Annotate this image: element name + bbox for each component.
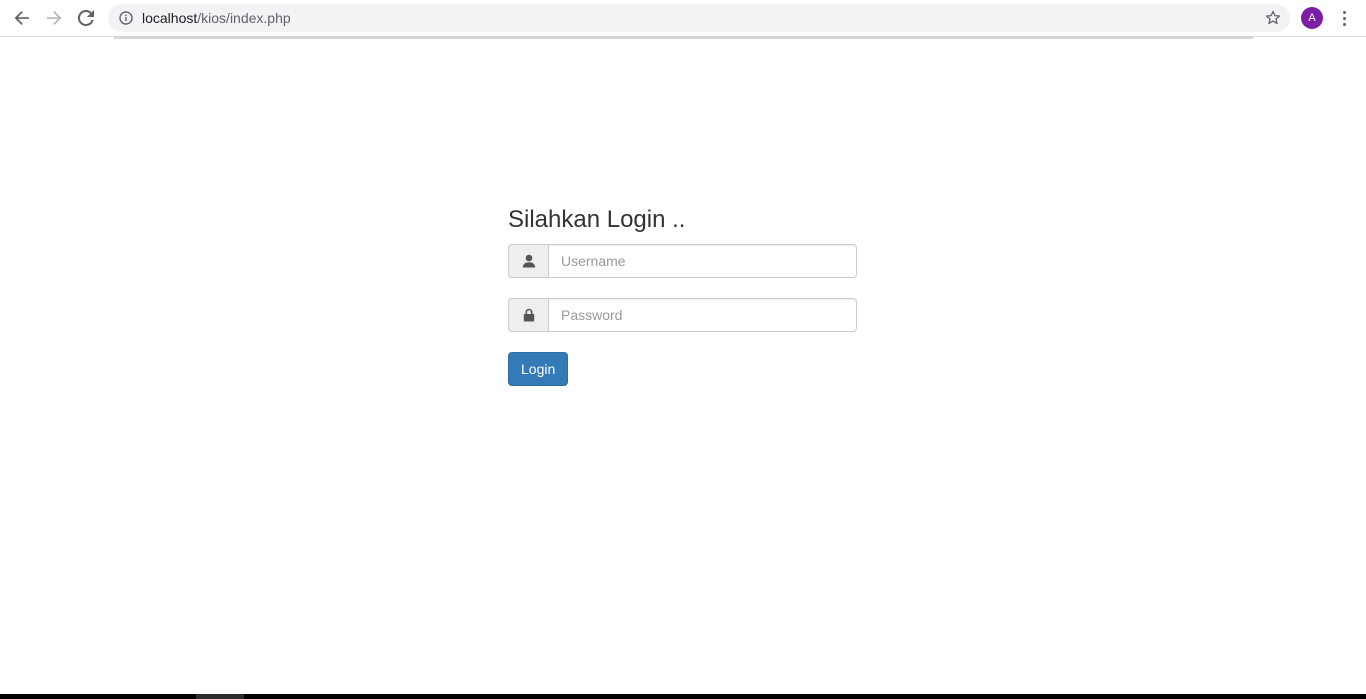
reload-icon bbox=[78, 10, 94, 26]
arrow-left-icon bbox=[14, 11, 29, 25]
page-title: Silahkan Login .. bbox=[508, 206, 686, 233]
star-icon[interactable] bbox=[1265, 10, 1281, 26]
url-host: localhost bbox=[142, 10, 198, 26]
lock-icon bbox=[523, 308, 534, 322]
arrow-right-icon bbox=[47, 11, 62, 25]
username-input[interactable] bbox=[548, 244, 857, 278]
username-addon bbox=[508, 244, 548, 278]
password-input[interactable] bbox=[548, 298, 857, 332]
info-icon[interactable] bbox=[119, 11, 133, 25]
address-bar[interactable]: localhost/kios/index.php bbox=[108, 4, 1290, 32]
user-icon bbox=[522, 254, 535, 268]
url-path: /kios/index.php bbox=[197, 10, 291, 26]
login-form: Silahkan Login .. Login bbox=[508, 204, 857, 386]
back-button[interactable] bbox=[8, 4, 36, 32]
url-text[interactable]: localhost/kios/index.php bbox=[142, 10, 291, 26]
taskbar bbox=[0, 694, 1366, 699]
browser-toolbar: localhost/kios/index.php A bbox=[0, 0, 1366, 37]
forward-button[interactable] bbox=[40, 4, 68, 32]
password-group bbox=[508, 298, 857, 332]
username-group bbox=[508, 244, 857, 278]
reload-button[interactable] bbox=[72, 4, 100, 32]
avatar[interactable]: A bbox=[1301, 7, 1323, 29]
page-load-indicator bbox=[114, 36, 1253, 39]
taskbar-active-item[interactable] bbox=[196, 694, 244, 699]
login-button[interactable]: Login bbox=[508, 352, 569, 386]
password-addon bbox=[508, 298, 548, 332]
kebab-menu-icon[interactable] bbox=[1334, 8, 1354, 28]
